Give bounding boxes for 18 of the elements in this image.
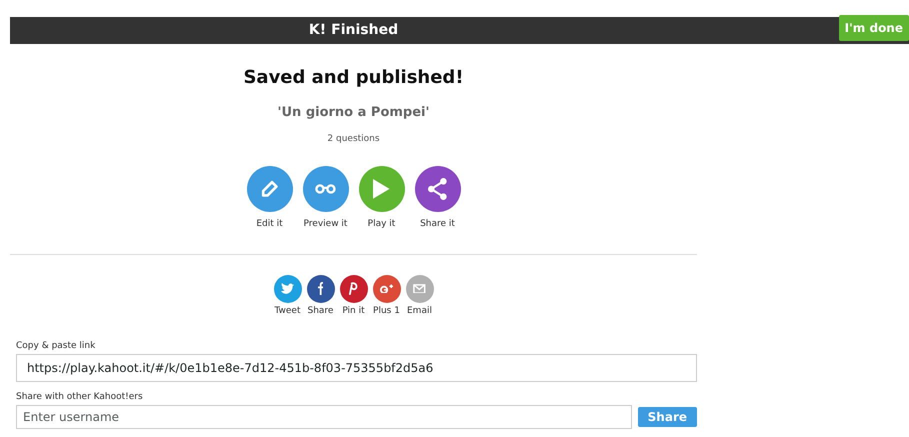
username-field[interactable]: Enter username bbox=[16, 405, 632, 429]
logo: K! bbox=[308, 22, 326, 38]
bird-icon bbox=[280, 282, 294, 294]
page-title: Finished bbox=[331, 22, 398, 38]
plus-icon bbox=[380, 284, 394, 294]
link-field[interactable]: https://play.kahoot.it/#/k/0e1b1e8e-7d12-451b-8f03-75355bf2d5a6 bbox=[16, 354, 697, 382]
play-icon bbox=[373, 179, 390, 199]
quiz-title: 'Un giorno a Pompei' bbox=[276, 104, 430, 122]
glasses-icon bbox=[315, 184, 336, 194]
envelope-icon bbox=[413, 284, 426, 294]
field-label: Share with other Kahoot!ers bbox=[16, 392, 144, 403]
letter-f-icon bbox=[318, 282, 324, 296]
pin-icon bbox=[349, 282, 358, 296]
heading: Saved and published! bbox=[242, 66, 465, 90]
share-icon bbox=[428, 178, 447, 200]
question-count: 2 questions bbox=[326, 132, 381, 146]
pencil-icon bbox=[260, 180, 278, 198]
field-label: Copy & paste link bbox=[16, 341, 96, 352]
